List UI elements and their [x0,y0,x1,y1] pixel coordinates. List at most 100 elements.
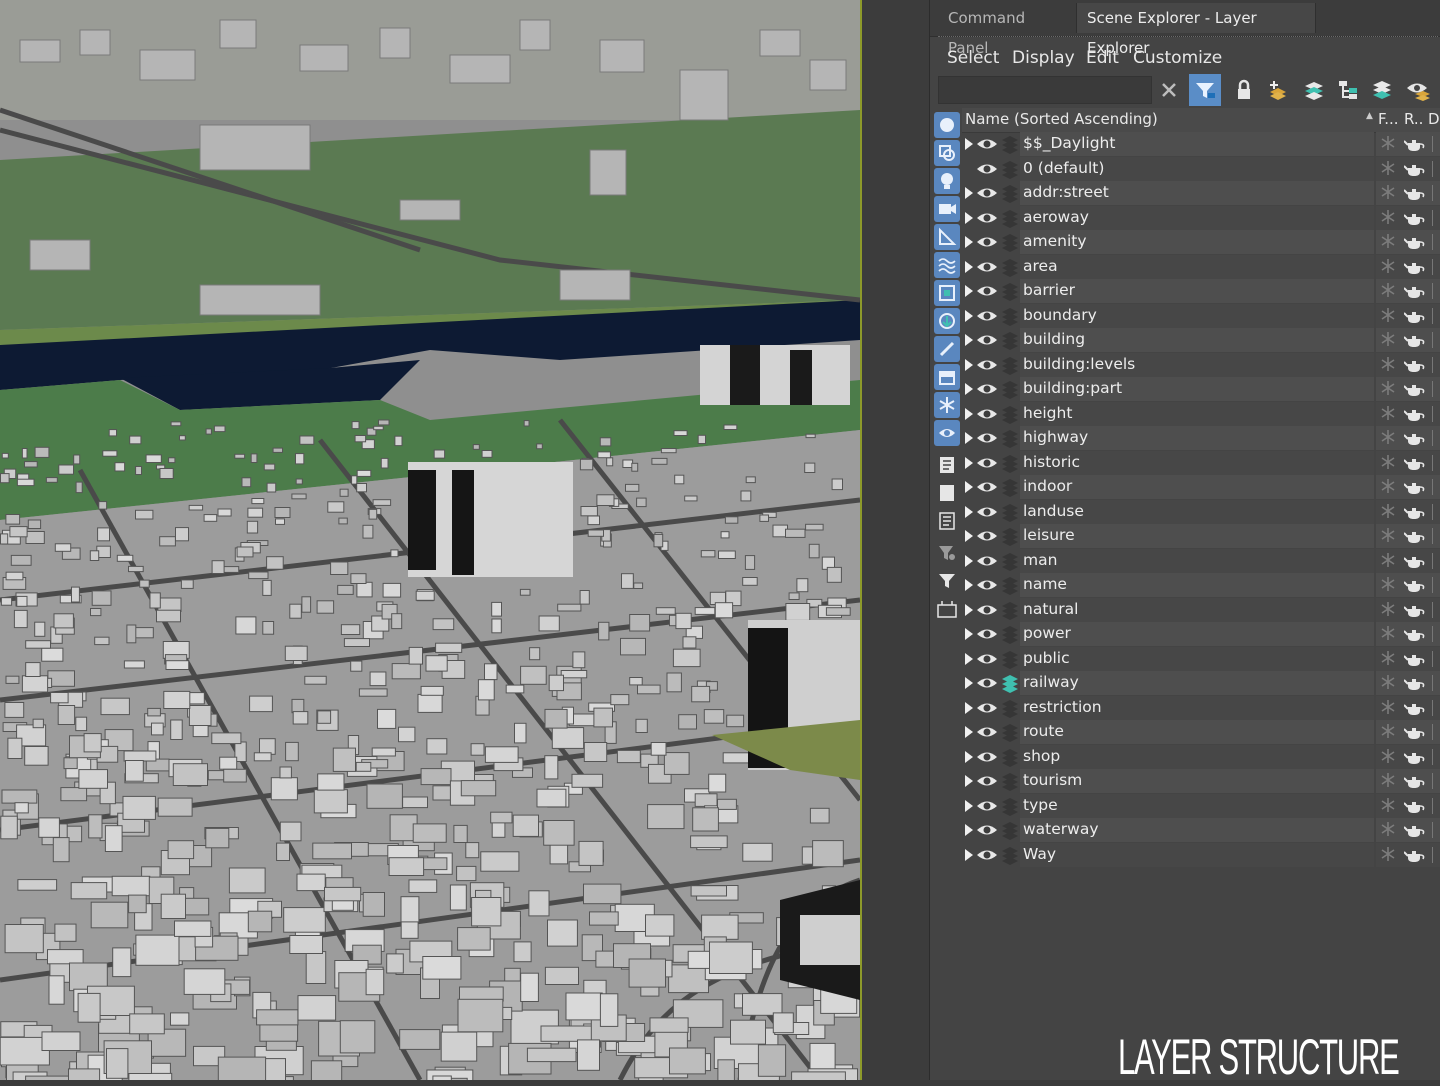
layer-stack-icon[interactable] [1000,502,1020,526]
visibility-eye-icon[interactable] [976,283,998,303]
layer-name[interactable]: building:levels [1023,355,1135,373]
lights-filter-icon[interactable] [934,168,960,194]
panel-grip[interactable] [938,36,1438,43]
expand-arrow-icon[interactable] [965,432,973,444]
visibility-eye-icon[interactable] [976,455,998,475]
layer-row[interactable]: man [962,548,1440,573]
layer-row[interactable]: leisure [962,524,1440,548]
render-teapot-icon[interactable] [1403,356,1426,378]
layer-stack-icon[interactable] [1000,698,1020,722]
add-to-layer-icon[interactable] [1298,74,1330,106]
render-teapot-icon[interactable] [1403,454,1426,476]
expand-arrow-icon[interactable] [965,628,973,640]
expand-arrow-icon[interactable] [965,260,973,273]
layers-icon[interactable] [1366,74,1398,106]
freeze-snowflake-icon[interactable] [1380,699,1396,719]
visibility-eye-icon[interactable] [976,798,998,818]
layer-stack-icon[interactable] [1000,600,1020,624]
layer-row[interactable]: building:part [962,377,1440,401]
layer-stack-icon[interactable] [1000,257,1020,281]
layer-name[interactable]: area [1023,257,1058,275]
layer-name[interactable]: waterway [1023,820,1099,838]
display-column-cell[interactable] [1432,773,1440,789]
layer-stack-icon[interactable] [1000,159,1020,183]
filter-icon[interactable] [1189,74,1221,106]
layer-name[interactable]: highway [1023,428,1088,446]
freeze-snowflake-icon[interactable] [1380,650,1396,670]
layer-name[interactable]: boundary [1023,306,1097,324]
menu-display[interactable]: Display [1012,48,1075,68]
render-teapot-icon[interactable] [1403,307,1426,329]
helpers-filter-icon[interactable] [934,224,960,250]
visibility-eye-icon[interactable] [976,626,998,646]
visibility-eye-icon[interactable] [976,136,998,156]
layer-stack-icon[interactable] [1000,428,1020,452]
freeze-snowflake-icon[interactable] [1380,503,1396,523]
layer-row[interactable]: aeroway [962,205,1440,232]
layer-stack-icon[interactable] [1000,649,1020,673]
display-column-cell[interactable] [1432,797,1440,814]
layer-visibility-icon[interactable] [1402,74,1434,106]
visibility-eye-icon[interactable] [976,847,998,867]
layer-name[interactable]: type [1023,796,1058,814]
invert-display-icon[interactable] [934,508,960,534]
expand-arrow-icon[interactable] [965,848,973,861]
freeze-snowflake-icon[interactable] [1380,454,1396,474]
layer-name[interactable]: barrier [1023,281,1075,299]
layer-container-icon[interactable] [934,596,960,622]
filter-funnel-icon[interactable] [934,568,960,594]
visibility-eye-icon[interactable] [976,528,998,548]
freeze-snowflake-icon[interactable] [1380,331,1396,351]
render-teapot-icon[interactable] [1403,527,1426,549]
active-layer-icon[interactable] [1000,673,1020,697]
xrefs-filter-icon[interactable] [934,308,960,334]
display-column-cell[interactable] [1432,724,1440,740]
visibility-eye-icon[interactable] [976,602,998,622]
visibility-eye-icon[interactable] [976,773,998,793]
layer-row[interactable]: $$_Daylight [962,132,1440,156]
display-column-cell[interactable] [1432,601,1440,618]
layer-stack-icon[interactable] [1000,796,1020,820]
expand-arrow-icon[interactable] [965,530,973,542]
expand-arrow-icon[interactable] [965,383,973,395]
layer-name[interactable]: building:part [1023,379,1122,397]
layer-stack-icon[interactable] [1000,208,1020,232]
layer-name[interactable]: building [1023,330,1085,348]
layer-stack-icon[interactable] [1000,747,1020,771]
render-teapot-icon[interactable] [1403,821,1426,843]
layer-row[interactable]: amenity [962,230,1440,254]
layer-stack-icon[interactable] [1000,134,1020,158]
expand-arrow-icon[interactable] [965,334,973,346]
freeze-snowflake-icon[interactable] [1380,356,1396,376]
render-teapot-icon[interactable] [1403,380,1426,402]
tab-scene-explorer[interactable]: Scene Explorer - Layer Explorer [1076,3,1316,57]
visibility-eye-icon[interactable] [976,430,998,450]
freeze-snowflake-icon[interactable] [1380,821,1396,841]
layer-stack-icon[interactable] [1000,232,1020,256]
column-display-header[interactable]: D [1428,110,1440,128]
visibility-eye-icon[interactable] [976,553,998,573]
render-teapot-icon[interactable] [1403,846,1426,868]
layer-row[interactable]: building [962,328,1440,352]
display-column-cell[interactable] [1432,846,1440,863]
visibility-eye-icon[interactable] [976,332,998,352]
freeze-snowflake-icon[interactable] [1380,674,1396,694]
render-teapot-icon[interactable] [1403,135,1426,157]
display-column-cell[interactable] [1432,528,1440,544]
freeze-snowflake-icon[interactable] [1380,625,1396,645]
layer-stack-icon[interactable] [1000,722,1020,746]
layer-row[interactable]: indoor [962,475,1440,499]
expand-arrow-icon[interactable] [965,187,973,199]
layer-row[interactable]: waterway [962,818,1440,842]
display-column-cell[interactable] [1432,454,1440,471]
layer-row[interactable]: railway [962,671,1440,695]
display-column-cell[interactable] [1432,258,1440,275]
render-teapot-icon[interactable] [1403,748,1426,770]
layer-stack-icon[interactable] [1000,624,1020,648]
display-column-cell[interactable] [1432,356,1440,373]
render-teapot-icon[interactable] [1403,405,1426,427]
visibility-eye-icon[interactable] [976,406,998,426]
groups-filter-icon[interactable] [934,280,960,306]
freeze-snowflake-icon[interactable] [1380,527,1396,547]
render-teapot-icon[interactable] [1403,209,1426,231]
